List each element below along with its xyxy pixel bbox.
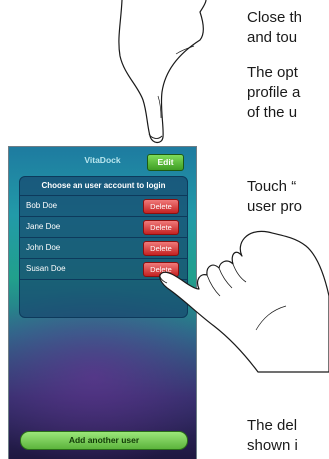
add-another-user-button[interactable]: Add another user [20,431,188,450]
instruction-line: Close th [247,9,303,26]
instruction-step-2: The opt profile a of the u [247,63,300,123]
instruction-line: Touch “ [247,178,297,195]
phone-screen: VitaDock Edit Choose an user account to … [8,146,197,459]
list-header: Choose an user account to login [20,177,187,196]
delete-button[interactable]: Delete [143,241,179,256]
instruction-step-1: Close th and tou [247,8,302,48]
instruction-line: The opt [247,64,298,81]
instruction-step-3: Touch “ user pro [247,177,302,217]
delete-button[interactable]: Delete [143,220,179,235]
user-name: John Doe [26,243,61,252]
user-row-susan[interactable]: Susan Doe Delete [20,259,187,280]
user-row-bob[interactable]: Bob Doe Delete [20,196,187,217]
instruction-line: profile a [247,84,301,101]
instruction-line: The del [247,417,298,434]
edit-button[interactable]: Edit [147,154,184,171]
user-account-list: Choose an user account to login Bob Doe … [19,176,188,318]
instruction-line: of the u [247,104,298,121]
instruction-line: and tou [247,29,298,46]
pointing-hand-icon [118,0,207,144]
user-name: Jane Doe [26,222,61,231]
user-name: Susan Doe [26,264,66,273]
user-name: Bob Doe [26,201,58,210]
delete-button[interactable]: Delete [143,199,179,214]
instruction-line: user pro [247,198,303,215]
instruction-line: shown i [247,437,298,454]
user-row-john[interactable]: John Doe Delete [20,238,187,259]
delete-button[interactable]: Delete [143,262,179,277]
user-row-jane[interactable]: Jane Doe Delete [20,217,187,238]
instruction-step-4: The del shown i [247,416,298,456]
